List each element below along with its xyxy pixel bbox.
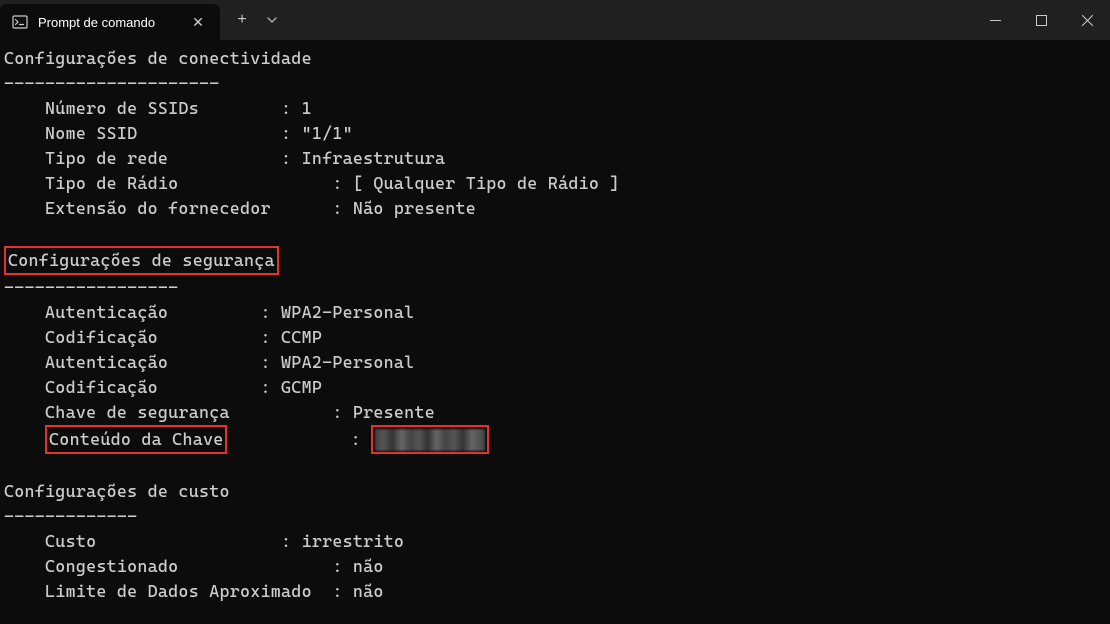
titlebar: Prompt de comando ✕ + <box>0 0 1110 40</box>
cipher1-value: CCMP <box>281 327 322 347</box>
tab-close-button[interactable]: ✕ <box>188 12 208 32</box>
close-button[interactable] <box>1064 0 1110 40</box>
key-content-label-highlighted: Conteúdo da Chave <box>45 425 227 454</box>
connectivity-header: Configurações de conectividade <box>4 48 312 68</box>
security-divider: ----------------- <box>4 277 178 297</box>
cost-header: Configurações de custo <box>4 481 230 501</box>
radio-type-value: [ Qualquer Tipo de Rádio ] <box>353 173 620 193</box>
network-type-value: Infraestrutura <box>302 148 446 168</box>
terminal-output: Configurações de conectividade ---------… <box>0 40 1110 610</box>
auth2-label: Autenticação : <box>4 352 281 372</box>
connectivity-divider: --------------------- <box>4 73 219 93</box>
cost-label: Custo : <box>4 531 302 551</box>
cipher1-label: Codificação : <box>4 327 281 347</box>
terminal-icon <box>12 14 28 30</box>
cost-value: irrestrito <box>302 531 405 551</box>
window-controls <box>972 0 1110 40</box>
tab-dropdown-button[interactable] <box>258 4 286 36</box>
ssid-count-label: Número de SSIDs : <box>4 98 302 118</box>
minimize-button[interactable] <box>972 0 1018 40</box>
cost-divider: ------------- <box>4 506 137 526</box>
ssid-count-value: 1 <box>302 98 312 118</box>
auth1-value: WPA2-Personal <box>281 302 414 322</box>
maximize-button[interactable] <box>1018 0 1064 40</box>
congested-value: não <box>353 556 384 576</box>
tab-title: Prompt de comando <box>38 15 178 30</box>
new-tab-button[interactable]: + <box>226 4 258 36</box>
vendor-ext-label: Extensão do fornecedor : <box>4 198 353 218</box>
security-header-highlighted: Configurações de segurança <box>4 246 279 275</box>
vendor-ext-value: Não presente <box>353 198 476 218</box>
security-key-value: Presente <box>353 402 435 422</box>
auth2-value: WPA2-Personal <box>281 352 414 372</box>
data-limit-label: Limite de Dados Aproximado : <box>4 581 353 601</box>
auth1-label: Autenticação : <box>4 302 281 322</box>
tabs-area: Prompt de comando ✕ + <box>0 0 286 40</box>
redacted-key-value <box>375 429 485 451</box>
congested-label: Congestionado : <box>4 556 353 576</box>
ssid-name-value: "1/1" <box>302 123 353 143</box>
ssid-name-label: Nome SSID : <box>4 123 302 143</box>
key-content-value-highlighted <box>371 425 489 454</box>
cipher2-value: GCMP <box>281 377 322 397</box>
security-header: Configurações de segurança <box>8 250 275 270</box>
key-content-pad: : <box>227 429 371 449</box>
radio-type-label: Tipo de Rádio : <box>4 173 353 193</box>
key-content-label: Conteúdo da Chave <box>49 429 223 449</box>
active-tab[interactable]: Prompt de comando ✕ <box>0 4 220 40</box>
cipher2-label: Codificação : <box>4 377 281 397</box>
security-key-label: Chave de segurança : <box>4 402 353 422</box>
network-type-label: Tipo de rede : <box>4 148 302 168</box>
data-limit-value: não <box>353 581 384 601</box>
